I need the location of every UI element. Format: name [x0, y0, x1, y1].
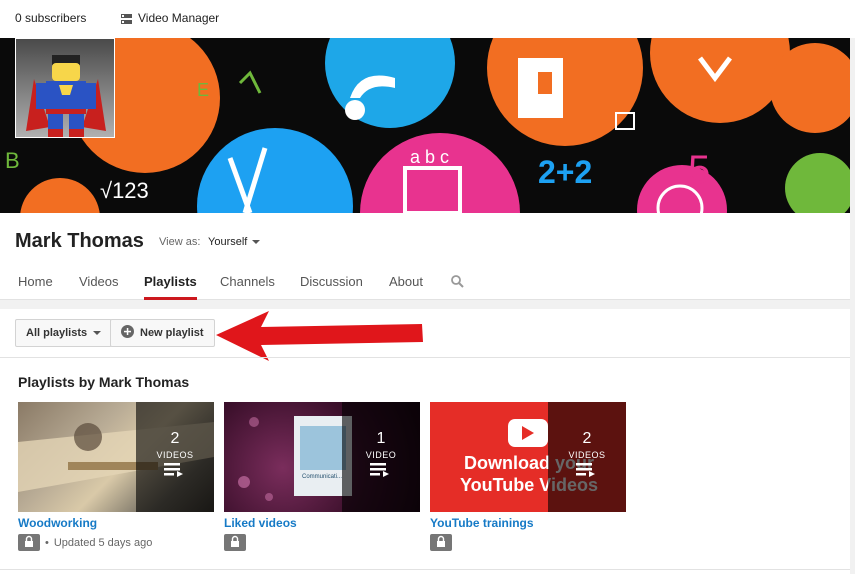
channel-header: Mark Thomas View as: Yourself Home Video… — [0, 213, 850, 300]
video-count: 2 — [170, 430, 180, 447]
lock-icon — [430, 534, 452, 551]
banner-art: E B √123 a b c 2+2 5 — [5, 38, 850, 213]
tab-discussion[interactable]: Discussion — [300, 274, 363, 300]
video-count-label: VIDEOS — [568, 450, 606, 460]
video-count: 2 — [582, 430, 592, 447]
bullet-separator: • — [45, 536, 49, 549]
new-playlist-button[interactable]: New playlist — [110, 319, 215, 347]
all-playlists-dropdown[interactable]: All playlists — [15, 319, 113, 347]
playlist-icon — [370, 463, 389, 477]
playlist-updated: Updated 5 days ago — [53, 536, 153, 549]
playlist-title[interactable]: YouTube trainings — [430, 516, 626, 530]
video-count: 1 — [376, 430, 386, 447]
channel-avatar[interactable] — [15, 38, 115, 138]
playlist-icon — [576, 463, 595, 477]
view-as-label: View as: — [159, 236, 201, 248]
banner-text-b: B — [5, 148, 20, 173]
playlist-thumbnail[interactable]: Communicati... 1 VIDEO — [224, 402, 420, 512]
playlist-icon — [164, 463, 183, 477]
banner-text-5: 5 — [688, 148, 710, 192]
subscriber-count: 0 subscribers — [15, 11, 87, 25]
banner-text-22: 2+2 — [538, 154, 592, 190]
bottom-divider — [0, 569, 850, 570]
banner-text-e: E — [197, 80, 209, 100]
playlist-count-overlay: 2 VIDEOS — [548, 402, 626, 512]
tab-channels[interactable]: Channels — [220, 274, 275, 300]
playlist-count-overlay: 1 VIDEO — [342, 402, 420, 512]
top-bar: 0 subscribers Video Manager — [0, 0, 855, 38]
new-playlist-label: New playlist — [140, 327, 204, 339]
chevron-down-icon — [93, 331, 102, 335]
tab-playlists[interactable]: Playlists — [144, 274, 197, 300]
thumbnail-caption: Communicati... — [302, 474, 343, 480]
playlist-count-overlay: 2 VIDEOS — [136, 402, 214, 512]
playlist-thumbnail[interactable]: 2 VIDEOS — [18, 402, 214, 512]
red-arrow-annotation — [216, 311, 423, 361]
playlist-title[interactable]: Liked videos — [224, 516, 420, 530]
plus-circle-icon — [121, 325, 134, 341]
playlist-card: Download your YouTube Videos 2 VIDEOS Yo… — [430, 402, 626, 551]
channel-name: Mark Thomas — [15, 230, 144, 252]
channel-banner: E B √123 a b c 2+2 5 — [0, 38, 850, 213]
section-title: Playlists by Mark Thomas — [18, 374, 190, 390]
playlist-thumbnail[interactable]: Download your YouTube Videos 2 VIDEOS — [430, 402, 626, 512]
view-as-value: Yourself — [208, 236, 248, 248]
tab-videos[interactable]: Videos — [79, 274, 119, 300]
view-as-dropdown[interactable]: Yourself — [208, 236, 261, 248]
tab-about[interactable]: About — [389, 274, 423, 300]
chevron-down-icon — [252, 240, 261, 244]
banner-text-sqrt: √123 — [100, 178, 149, 203]
tab-home[interactable]: Home — [18, 274, 53, 300]
video-manager-icon — [121, 13, 132, 24]
lock-icon — [224, 534, 246, 551]
video-manager-link[interactable]: Video Manager — [121, 11, 219, 25]
search-icon[interactable] — [451, 275, 464, 288]
toolbar-divider — [0, 357, 850, 358]
all-playlists-label: All playlists — [26, 327, 88, 339]
video-manager-label: Video Manager — [138, 11, 220, 25]
playlist-card: 2 VIDEOS Woodworking • Updated 5 days ag… — [18, 402, 214, 551]
playlist-card: Communicati... 1 VIDEO Liked videos — [224, 402, 420, 551]
banner-text-abc: a b c — [410, 147, 449, 167]
playlists-panel: All playlists New playlist Playlists by … — [0, 309, 850, 574]
video-count-label: VIDEOS — [156, 450, 194, 460]
channel-tabs: Home Videos Playlists Channels Discussio… — [0, 269, 850, 300]
playlist-title[interactable]: Woodworking — [18, 516, 214, 530]
superman-figure-icon — [26, 55, 106, 137]
lock-icon — [18, 534, 40, 551]
video-count-label: VIDEO — [365, 450, 397, 460]
